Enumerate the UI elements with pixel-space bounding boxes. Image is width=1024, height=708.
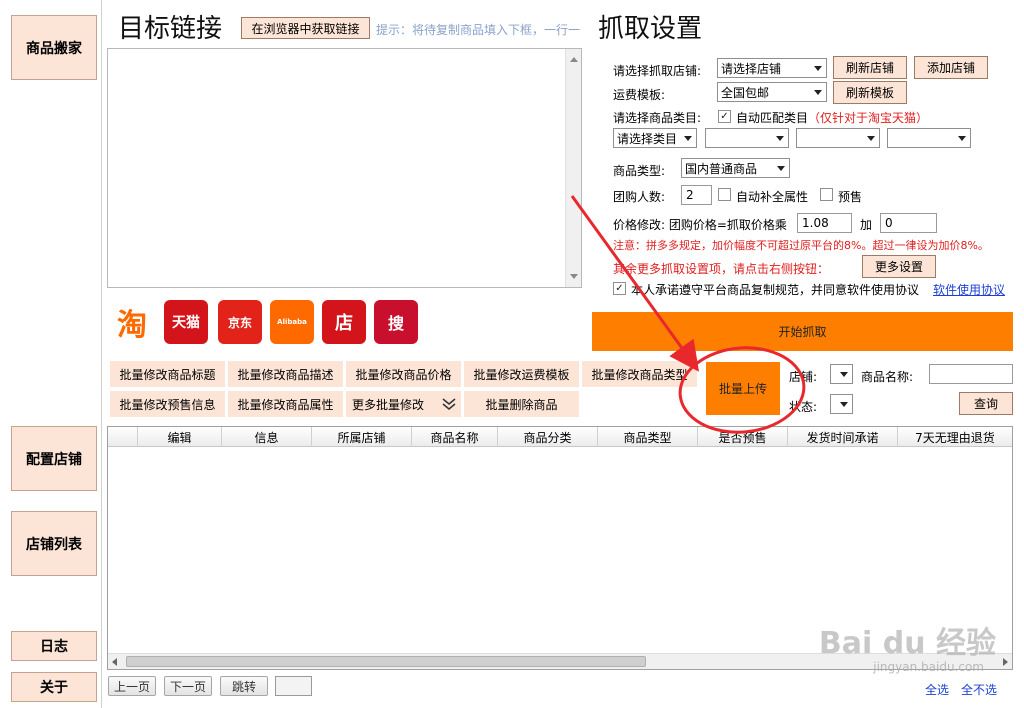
- annotation-circle: [678, 346, 806, 434]
- annotation-overlay: [570, 195, 806, 434]
- annotation-arrow: [570, 195, 700, 372]
